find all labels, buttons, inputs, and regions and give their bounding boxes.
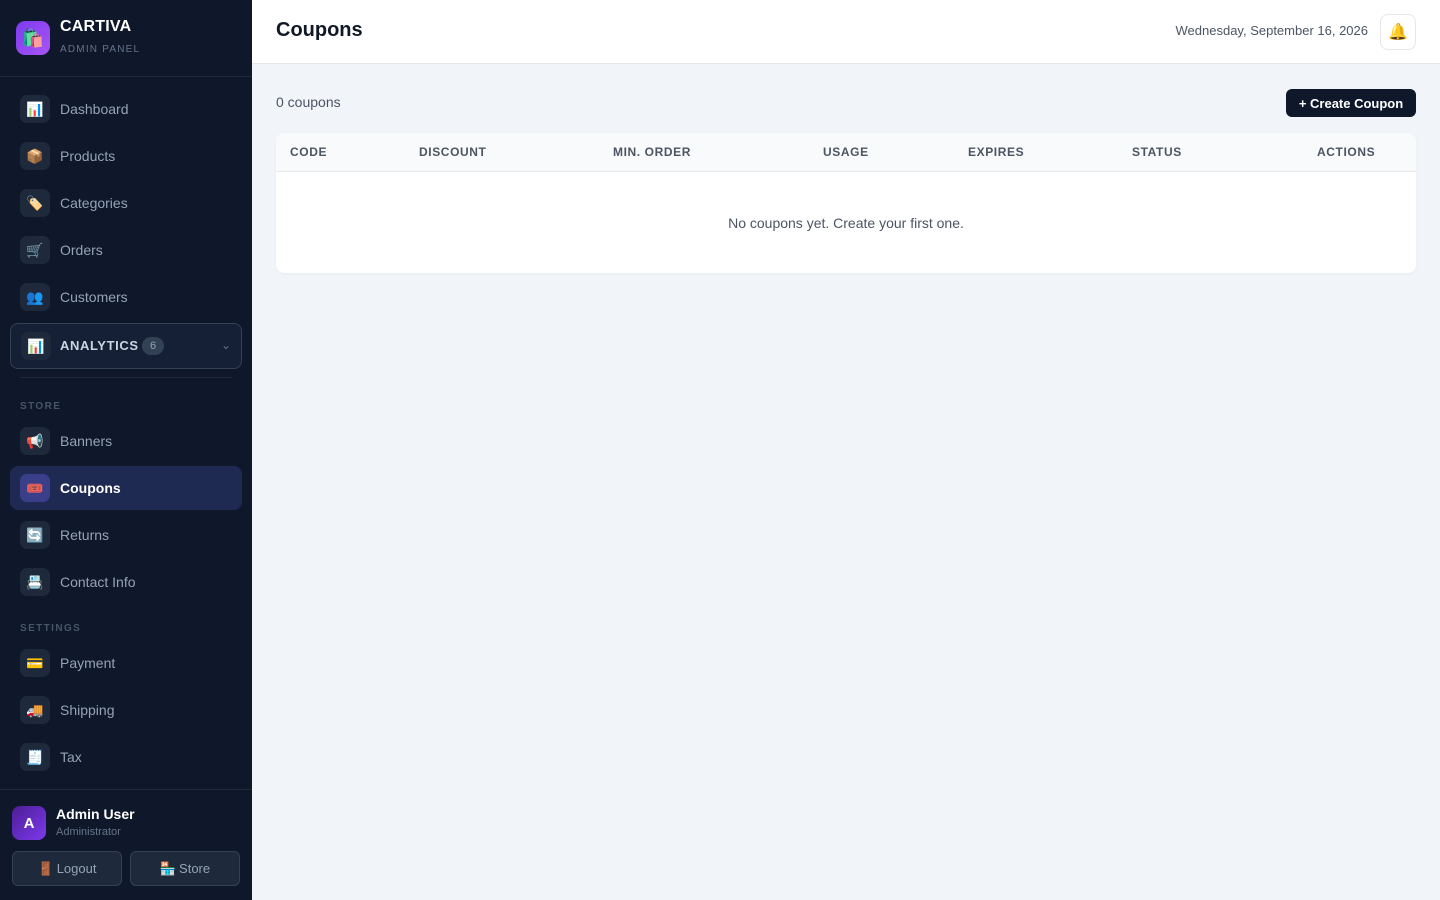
sidebar-item-products[interactable]: 📦 Products [10,134,242,178]
tag-icon: 🏷️ [20,189,50,217]
sidebar-item-returns[interactable]: 🔄 Returns [10,513,242,557]
sidebar-item-label: Coupons [60,480,121,496]
bell-icon: 🔔 [1388,24,1408,41]
sidebar: 🛍️ CARTIVA ADMIN PANEL 📊 Dashboard 📦 Pro… [0,0,252,900]
page-title: Coupons [276,19,363,41]
sidebar-item-customers[interactable]: 👥 Customers [10,275,242,319]
sidebar-footer: A Admin User Administrator 🚪 Logout 🏪 St… [0,789,252,900]
contact-card-icon: 📇 [20,568,50,596]
sidebar-item-categories[interactable]: 🏷️ Categories [10,181,242,225]
sidebar-item-label: Categories [60,195,128,211]
coupons-table: CODE DISCOUNT MIN. ORDER USAGE EXPIRES S… [276,133,1416,273]
top-header: Coupons Wednesday, September 16, 2026 🔔 [252,0,1440,64]
store-label: Store [179,861,211,876]
section-label-settings: SETTINGS [20,623,82,634]
brand: 🛍️ CARTIVA ADMIN PANEL [0,0,252,77]
sidebar-item-label: Returns [60,527,110,543]
sidebar-item-shipping[interactable]: 🚚 Shipping [10,688,242,732]
logout-button[interactable]: 🚪 Logout [12,851,122,886]
brand-name: CARTIVA [60,18,132,35]
sidebar-item-label: Banners [60,433,113,449]
sidebar-item-label: Shipping [60,702,115,718]
empty-state-message: No coupons yet. Create your first one. [728,215,964,231]
sidebar-item-label: Customers [60,289,128,305]
sidebar-item-label: Dashboard [60,101,129,117]
sidebar-item-label: Contact Info [60,574,136,590]
column-header-min-order[interactable]: MIN. ORDER [613,145,691,159]
sidebar-group-analytics[interactable]: 📊 ANALYTICS 6 ⌄ [10,323,242,369]
sidebar-item-payment[interactable]: 💳 Payment [10,641,242,685]
sidebar-item-dashboard[interactable]: 📊 Dashboard [10,87,242,131]
column-header-status[interactable]: STATUS [1132,145,1182,159]
store-button[interactable]: 🏪 Store [130,851,240,886]
package-icon: 📦 [20,142,50,170]
receipt-icon: 🧾 [20,743,50,771]
ticket-icon: 🎟️ [20,474,50,502]
sidebar-item-orders[interactable]: 🛒 Orders [10,228,242,272]
sidebar-item-coupons[interactable]: 🎟️ Coupons [10,466,242,510]
table-header: CODE DISCOUNT MIN. ORDER USAGE EXPIRES S… [276,133,1416,172]
user-role: Administrator [56,826,121,838]
sidebar-item-label: Orders [60,242,103,258]
credit-card-icon: 💳 [20,649,50,677]
sidebar-item-label: Tax [60,749,82,765]
section-label-store: STORE [20,401,62,412]
chevron-down-icon[interactable]: ⌄ [221,338,231,352]
sidebar-item-banners[interactable]: 📢 Banners [10,419,242,463]
create-coupon-button[interactable]: + Create Coupon [1286,89,1416,117]
column-header-discount[interactable]: DISCOUNT [419,145,486,159]
notifications-button[interactable]: 🔔 [1380,14,1416,50]
column-header-actions: ACTIONS [1317,145,1376,159]
analytics-count-badge: 6 [142,337,164,355]
shopping-bags-icon: 🛍️ [16,21,50,55]
column-header-usage[interactable]: USAGE [823,145,869,159]
user-name: Admin User [56,806,135,822]
logout-label: Logout [56,861,97,876]
avatar: A [12,806,46,840]
column-header-expires[interactable]: EXPIRES [968,145,1024,159]
column-header-code[interactable]: CODE [290,145,327,159]
chart-icon: 📊 [21,332,51,360]
sidebar-item-tax[interactable]: 🧾 Tax [10,735,242,779]
refresh-icon: 🔄 [20,521,50,549]
store-icon: 🏪 [159,860,177,876]
sidebar-item-label: Products [60,148,116,164]
megaphone-icon: 📢 [20,427,50,455]
chart-icon: 📊 [20,95,50,123]
analytics-label: ANALYTICS [60,338,139,353]
current-date: Wednesday, September 16, 2026 [1175,23,1368,38]
sidebar-item-contact-info[interactable]: 📇 Contact Info [10,560,242,604]
truck-icon: 🚚 [20,696,50,724]
cart-icon: 🛒 [20,236,50,264]
users-icon: 👥 [20,283,50,311]
coupon-count: 0 coupons [276,94,341,110]
sidebar-item-label: Payment [60,655,116,671]
sidebar-divider [20,377,232,378]
brand-subtitle: ADMIN PANEL [60,44,141,55]
door-icon: 🚪 [37,860,54,876]
